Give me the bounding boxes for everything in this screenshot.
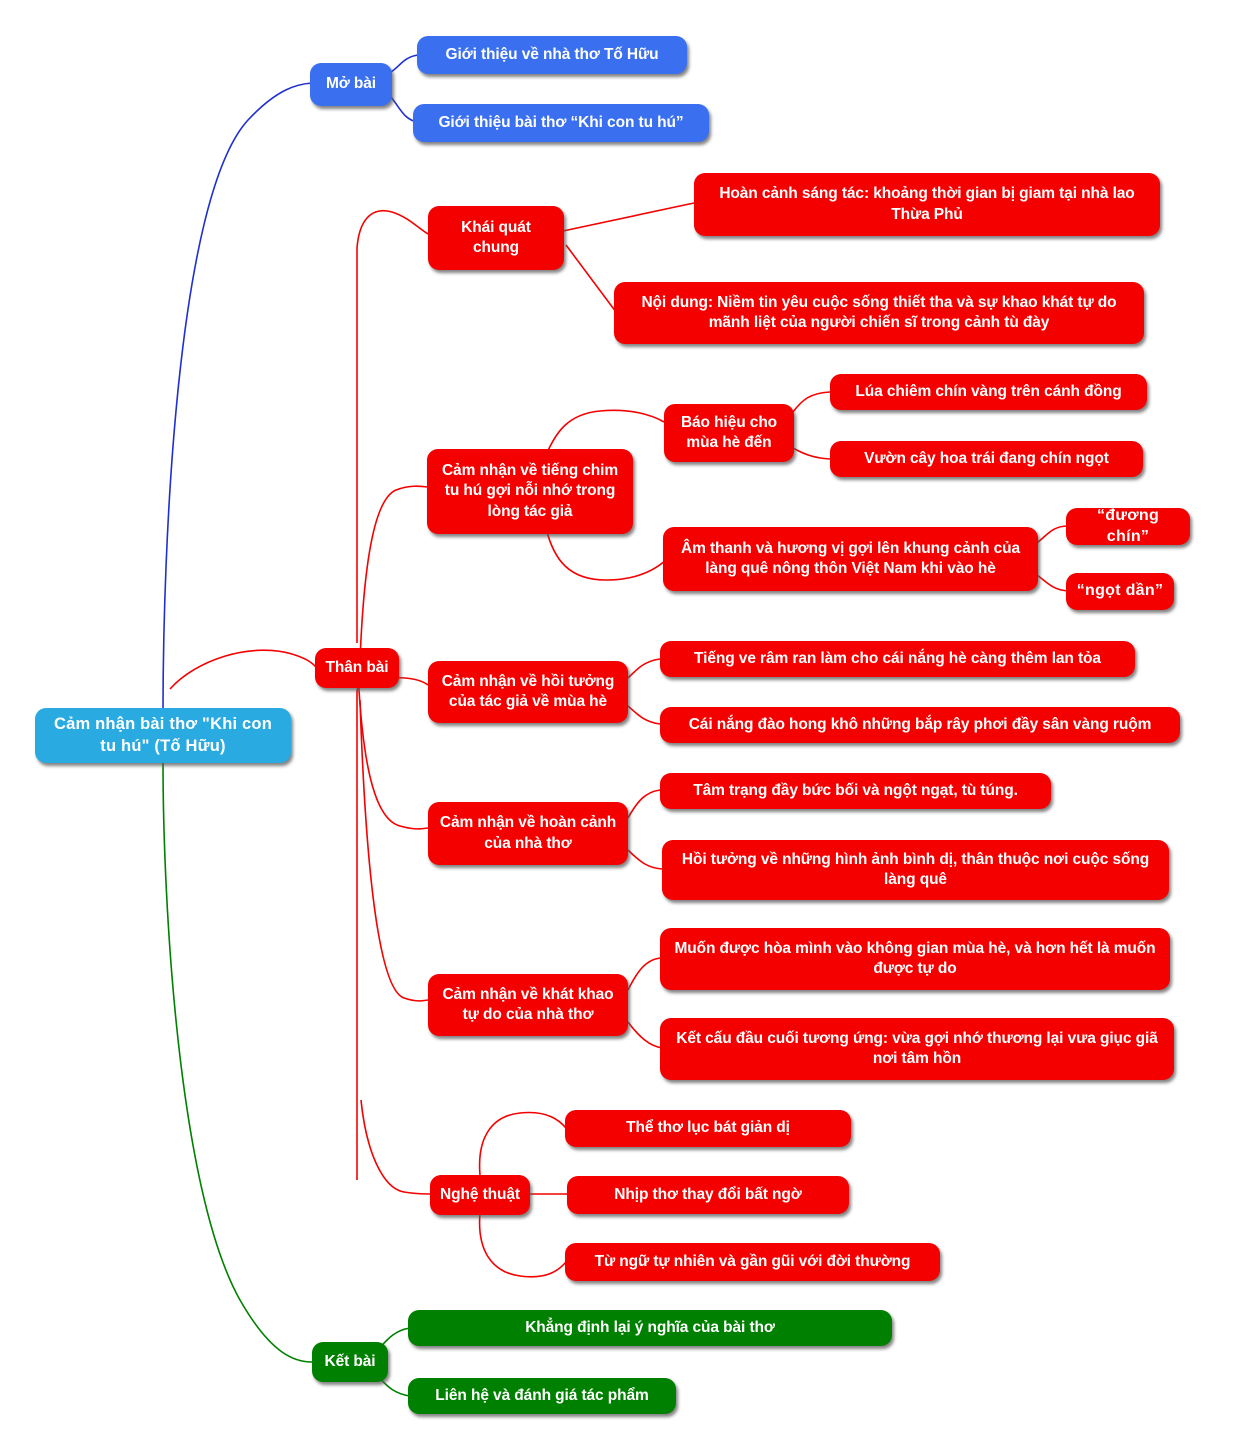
edge-than-hoan-canh <box>358 689 429 830</box>
node-tieng-chim[interactable]: Cảm nhận về tiếng chim tu hú gợi nỗi nhớ… <box>427 449 633 534</box>
node-khai-quat-1-label: Hoàn cảnh sáng tác: khoảng thời gian bị … <box>719 185 1135 223</box>
node-hoan-canh-1-label: Tâm trạng đầy bức bối và ngột ngạt, tù t… <box>693 781 1018 799</box>
node-khat-khao-1-label: Muốn được hòa mình vào không gian mùa hè… <box>674 939 1156 977</box>
node-khai-quat[interactable]: Khái quát chung <box>428 206 564 270</box>
node-mo-bai-2-label: Giới thiệu bài thơ “Khi con tu hú” <box>438 113 684 131</box>
node-khai-quat-1[interactable]: Hoàn cảnh sáng tác: khoảng thời gian bị … <box>694 173 1160 236</box>
node-hoan-canh-2[interactable]: Hồi tưởng về những hình ảnh bình dị, thâ… <box>662 840 1169 900</box>
node-bao-hieu-label: Báo hiệu cho mùa hè đến <box>680 413 778 451</box>
node-hoan-canh-2-label: Hồi tưởng về những hình ảnh bình dị, thâ… <box>681 850 1150 888</box>
node-nghe-thuat[interactable]: Nghệ thuật <box>430 1175 530 1215</box>
branch-than-bai-label: Thân bài <box>325 658 389 676</box>
edge-than-khai-quat <box>356 209 429 249</box>
node-am-thanh[interactable]: Âm thanh và hương vị gợi lên khung cảnh … <box>663 527 1038 591</box>
node-khat-khao-2[interactable]: Kết cấu đầu cuối tương ứng: vừa gợi nhớ … <box>660 1018 1174 1080</box>
node-am-thanh-1[interactable]: “đương chín” <box>1066 506 1190 545</box>
node-nghe-thuat-3-label: Từ ngữ tự nhiên và gần gũi với đời thườn… <box>594 1252 911 1270</box>
edge-bao-hieu-c1 <box>792 391 831 413</box>
node-am-thanh-1-label: “đương chín” <box>1096 506 1160 545</box>
edge-nghe-thuat-c3 <box>478 1212 567 1278</box>
node-khai-quat-2-label: Nội dung: Niềm tin yêu cuộc sống thiết t… <box>641 293 1117 331</box>
node-nghe-thuat-1[interactable]: Thể thơ lục bát giản dị <box>565 1110 851 1147</box>
edge-hoi-tuong-c2 <box>627 705 661 725</box>
node-mo-bai-1-label: Giới thiệu về nhà thơ Tố Hữu <box>445 45 659 63</box>
node-nghe-thuat-3[interactable]: Từ ngữ tự nhiên và gần gũi với đời thườn… <box>565 1243 940 1281</box>
edge-hoi-tuong-c1 <box>627 658 661 679</box>
edge-khai-quat-c1 <box>562 202 695 232</box>
node-mo-bai-2[interactable]: Giới thiệu bài thơ “Khi con tu hú” <box>413 104 709 142</box>
node-bao-hieu-1-label: Lúa chiêm chín vàng trên cánh đồng <box>855 382 1122 400</box>
branch-ket-bai-label: Kết bài <box>324 1352 376 1370</box>
node-hoi-tuong[interactable]: Cảm nhận về hồi tưởng của tác giả về mùa… <box>428 661 628 723</box>
edge-nghe-thuat-c1 <box>478 1111 567 1176</box>
edge-khai-quat-c2 <box>565 244 617 313</box>
node-ket-bai-1[interactable]: Khẳng định lại ý nghĩa của bài thơ <box>408 1310 892 1346</box>
node-bao-hieu-1[interactable]: Lúa chiêm chín vàng trên cánh đồng <box>830 374 1147 410</box>
branch-than-bai[interactable]: Thân bài <box>315 648 399 688</box>
edge-root-than-bai <box>169 649 317 690</box>
node-hoi-tuong-2[interactable]: Cái nắng đào hong khô những bắp rây phơi… <box>660 707 1180 743</box>
node-am-thanh-label: Âm thanh và hương vị gợi lên khung cảnh … <box>680 539 1020 577</box>
mindmap-canvas: Cảm nhận bài thơ "Khi con tu hú" (Tố Hữu… <box>0 0 1233 1451</box>
root-node-label: Cảm nhận bài thơ "Khi con tu hú" (Tố Hữu… <box>54 715 272 755</box>
node-hoi-tuong-label: Cảm nhận về hồi tưởng của tác giả về mùa… <box>441 672 615 710</box>
edge-khat-khao-c2 <box>627 1021 663 1049</box>
branch-ket-bai[interactable]: Kết bài <box>312 1342 388 1382</box>
edge-hoan-canh-c1 <box>627 789 661 819</box>
node-khat-khao-1[interactable]: Muốn được hòa mình vào không gian mùa hè… <box>660 928 1170 990</box>
node-ket-bai-2-label: Liên hệ và đánh giá tác phẩm <box>435 1386 649 1404</box>
branch-mo-bai[interactable]: Mở bài <box>310 63 392 106</box>
node-khai-quat-2[interactable]: Nội dung: Niềm tin yêu cuộc sống thiết t… <box>614 282 1144 344</box>
edge-khat-khao-c1 <box>627 957 661 991</box>
edge-tieng-chim-am-thanh <box>545 527 667 581</box>
branch-mo-bai-label: Mở bài <box>325 75 377 93</box>
node-am-thanh-2[interactable]: “ngọt dần” <box>1066 573 1174 610</box>
edge-bao-hieu-c2 <box>792 447 831 460</box>
edge-than-khat-khao <box>359 699 429 1002</box>
node-tieng-chim-label: Cảm nhận về tiếng chim tu hú gợi nỗi nhớ… <box>441 462 619 520</box>
root-node[interactable]: Cảm nhận bài thơ "Khi con tu hú" (Tố Hữu… <box>35 708 291 763</box>
node-hoi-tuong-1-label: Tiếng ve râm ran làm cho cái nắng hè càn… <box>694 649 1101 667</box>
node-hoi-tuong-2-label: Cái nắng đào hong khô những bắp rây phơi… <box>688 715 1152 733</box>
node-mo-bai-1[interactable]: Giới thiệu về nhà thơ Tố Hữu <box>417 36 687 74</box>
node-ket-bai-2[interactable]: Liên hệ và đánh giá tác phẩm <box>408 1378 676 1414</box>
edge-than-nghe-thuat <box>360 1099 431 1195</box>
node-nghe-thuat-1-label: Thể thơ lục bát giản dị <box>626 1119 790 1137</box>
node-nghe-thuat-label: Nghệ thuật <box>440 1185 520 1203</box>
node-bao-hieu-2-label: Vườn cây hoa trái đang chín ngọt <box>864 449 1109 467</box>
node-hoan-canh[interactable]: Cảm nhận về hoàn cảnh của nhà thơ <box>428 802 628 865</box>
edge-am-thanh-c1 <box>1036 525 1069 544</box>
edge-hoan-canh-c2 <box>627 849 663 870</box>
node-hoan-canh-1[interactable]: Tâm trạng đầy bức bối và ngột ngạt, tù t… <box>660 773 1051 809</box>
edge-mo-bai-child1 <box>390 54 419 73</box>
node-am-thanh-2-label: “ngọt dần” <box>1076 582 1164 600</box>
edge-root-ket-bai <box>162 761 313 1363</box>
node-khai-quat-label: Khái quát chung <box>461 218 531 256</box>
node-bao-hieu-2[interactable]: Vườn cây hoa trái đang chín ngọt <box>830 441 1143 477</box>
node-hoi-tuong-1[interactable]: Tiếng ve râm ran làm cho cái nắng hè càn… <box>660 641 1135 677</box>
edge-am-thanh-c2 <box>1036 574 1069 592</box>
edge-root-mo-bai <box>162 82 313 713</box>
node-nghe-thuat-2[interactable]: Nhịp thơ thay đổi bất ngờ <box>567 1176 849 1214</box>
node-khat-khao-label: Cảm nhận về khát khao tự do của nhà thơ <box>442 985 614 1023</box>
node-hoan-canh-label: Cảm nhận về hoàn cảnh của nhà thơ <box>439 814 617 852</box>
node-khat-khao-2-label: Kết cấu đầu cuối tương ứng: vừa gợi nhớ … <box>676 1029 1158 1067</box>
node-ket-bai-1-label: Khẳng định lại ý nghĩa của bài thơ <box>525 1318 775 1336</box>
node-khat-khao[interactable]: Cảm nhận về khát khao tự do của nhà thơ <box>428 974 628 1036</box>
node-bao-hieu[interactable]: Báo hiệu cho mùa hè đến <box>664 404 794 462</box>
node-nghe-thuat-2-label: Nhịp thơ thay đổi bất ngờ <box>614 1185 802 1203</box>
